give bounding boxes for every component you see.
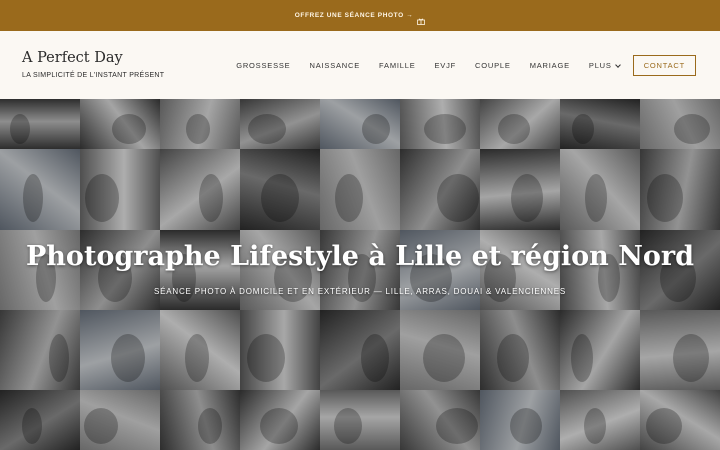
contact-button[interactable]: CONTACT bbox=[632, 55, 696, 76]
nav-item-evjf[interactable]: EVJF bbox=[435, 61, 457, 70]
hero-subtitle: SÉANCE PHOTO À DOMICILE ET EN EXTÉRIEUR … bbox=[153, 287, 566, 296]
nav-item-couple[interactable]: COUPLE bbox=[475, 61, 511, 70]
nav-plus-label: PLUS bbox=[588, 61, 612, 70]
gift-icon bbox=[417, 12, 426, 25]
site-logo-title[interactable]: A Perfect Day bbox=[22, 50, 123, 66]
nav-item-mariage[interactable]: MARIAGE bbox=[530, 61, 570, 70]
hero-title: Photographe Lifestyle à Lille et région … bbox=[26, 241, 694, 272]
nav-item-plus[interactable]: PLUS bbox=[588, 61, 621, 70]
main-nav: GROSSESSE NAISSANCE FAMILLE EVJF COUPLE … bbox=[236, 55, 696, 76]
hero-section: Photographe Lifestyle à Lille et région … bbox=[0, 99, 720, 450]
nav-item-naissance[interactable]: NAISSANCE bbox=[310, 61, 361, 70]
nav-item-grossesse[interactable]: GROSSESSE bbox=[236, 61, 290, 70]
site-header: A Perfect Day LA SIMPLICITÉ DE L'INSTANT… bbox=[0, 31, 720, 99]
promo-text[interactable]: OFFREZ UNE SÉANCE PHOTO → bbox=[295, 12, 414, 19]
promo-banner[interactable]: OFFREZ UNE SÉANCE PHOTO → bbox=[0, 0, 720, 31]
site-tagline: LA SIMPLICITÉ DE L'INSTANT PRÉSENT bbox=[22, 72, 165, 79]
hero-overlay bbox=[0, 99, 720, 450]
nav-item-famille[interactable]: FAMILLE bbox=[379, 61, 415, 70]
chevron-down-icon bbox=[614, 61, 621, 68]
